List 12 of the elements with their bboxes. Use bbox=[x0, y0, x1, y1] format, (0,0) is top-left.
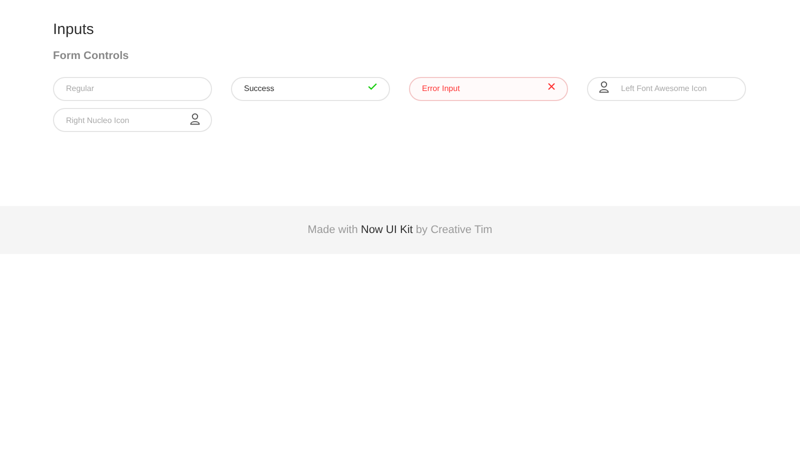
footer-text: Made with Now UI Kit by Creative Tim bbox=[308, 222, 492, 238]
close-icon bbox=[548, 83, 555, 90]
input-field[interactable]: Right Nucleo Icon bbox=[53, 108, 212, 132]
user-icon bbox=[599, 81, 609, 93]
section-heading: Form Controls bbox=[53, 48, 130, 64]
page-title: Inputs bbox=[53, 20, 95, 40]
input-field[interactable]: Success bbox=[231, 76, 390, 100]
input-field[interactable]: Left Font Awesome Icon bbox=[587, 76, 746, 100]
input-field[interactable]: Regular bbox=[53, 76, 212, 100]
user-icon bbox=[190, 112, 200, 124]
check-icon bbox=[368, 83, 377, 90]
input-field[interactable]: Error Input bbox=[409, 76, 568, 100]
